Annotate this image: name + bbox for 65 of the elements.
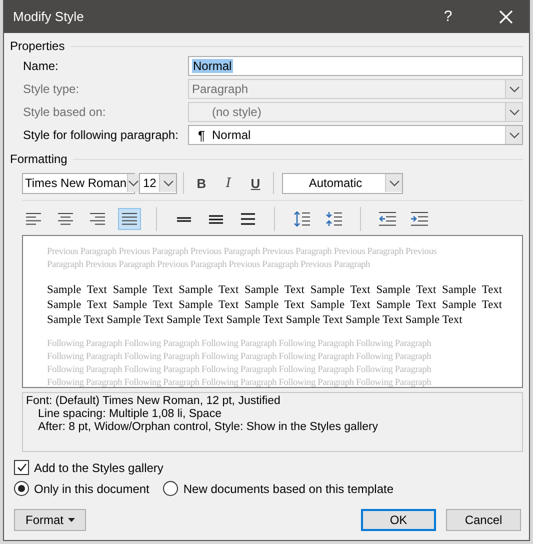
help-button[interactable]: ? [425,0,471,33]
radio-button[interactable] [163,481,178,496]
name-field[interactable]: Normal [188,56,523,76]
align-right-icon [90,213,105,225]
preview-line: Previous Paragraph Previous Paragraph Previous Paragraph Previous Paragraph Previous Paragraph Previous [47,246,438,259]
dropdown-value: Times New Roman [25,176,127,190]
caret-icon [68,518,74,522]
preview-line: Following Paragraph Following Paragraph Following Paragraph Following Paragraph Following Paragraph [47,351,432,364]
line-spacing-icon [240,213,254,225]
line-spacing-icon [208,214,222,224]
preview-line: Following Paragraph Following Paragraph Following Paragraph Following Paragraph Following Paragraph [47,364,432,377]
description-line: Font: (Default) Times New Roman, 12 pt, Justified [26,395,282,408]
window-title: Modify Style [12,9,85,24]
field-value: Normal [192,59,233,73]
line-spacing-icon [176,216,190,222]
chevron-icon [388,180,400,186]
sample-text-line: Sample Text Sample Text Sample Text Sample Text Sample Text Sample Text Sample Text [47,298,502,313]
paragraph-spacing-icon [294,211,310,227]
ok-button[interactable]: OK [361,509,436,531]
preview-line: Following Paragraph Following Paragraph Following Paragraph Following Paragraph Following Paragraph [47,338,432,351]
radio-label: New documents based on this template [183,482,394,496]
field-label: Style based on: [22,105,107,119]
sample-text-line: Sample Text Sample Text Sample Text Sample Text Sample Text Sample Text Sample Text [47,313,464,328]
align-center-icon [58,213,73,225]
radio-button[interactable] [14,481,29,496]
justify-icon [122,213,137,225]
size-dropdown[interactable]: 12 [139,172,177,194]
preview-line: Paragraph Previous Paragraph Previous Paragraph Previous Paragraph Previous Paragraph [47,259,372,272]
preview-line: Following Paragraph Following Paragraph Following Paragraph Following Paragraph Following Paragraph [47,377,432,387]
checkbox-label: Add to the Styles gallery [34,460,164,474]
section-heading: Formatting [10,152,68,166]
radio-label: Only in this document [34,482,150,496]
field-label: Name: [22,59,60,73]
chevron-icon [508,132,520,138]
chevron-icon [508,108,520,116]
pilcrow-symbol: ¶ [198,128,205,142]
dropdown[interactable]: ¶ Normal [188,125,523,145]
checkmark-icon [16,463,26,472]
dropdown-value: Automatic [308,176,364,190]
dropdown-value: 12 [143,176,158,190]
format-button[interactable]: Format [14,509,86,531]
dropdown-value: (no style) [211,105,262,119]
description-line: Line spacing: Multiple 1,08 li, Space [37,408,222,421]
chevron-icon [508,86,520,92]
checkbox[interactable] [14,460,29,475]
chevron-icon [162,180,174,186]
field-label: Style type: [22,82,80,96]
align-left-icon [26,213,41,225]
increase-indent-icon [411,212,428,226]
description-line: After: 8 pt, Widow/Orphan control, Style: Show in the Styles gallery [37,421,380,434]
dropdown-value: Paragraph [192,82,250,96]
cancel-button[interactable]: Cancel [446,509,521,531]
underline-button[interactable]: U [244,172,267,194]
decrease-indent-icon [379,212,396,226]
justify-button[interactable] [118,208,141,230]
dropdown-value: Normal [212,128,252,142]
sample-text-line: Sample Text Sample Text Sample Text Sample Text Sample Text Sample Text Sample Text [47,283,502,298]
paragraph-spacing-icon [326,211,342,227]
field-label: Style for following paragraph: [22,128,180,142]
section-heading: Properties [10,39,65,53]
close-icon [499,10,513,24]
chevron-icon [128,180,139,186]
bold-button[interactable]: B [190,172,213,194]
italic-button[interactable]: I [217,172,240,194]
color-dropdown[interactable]: Automatic [282,172,403,194]
